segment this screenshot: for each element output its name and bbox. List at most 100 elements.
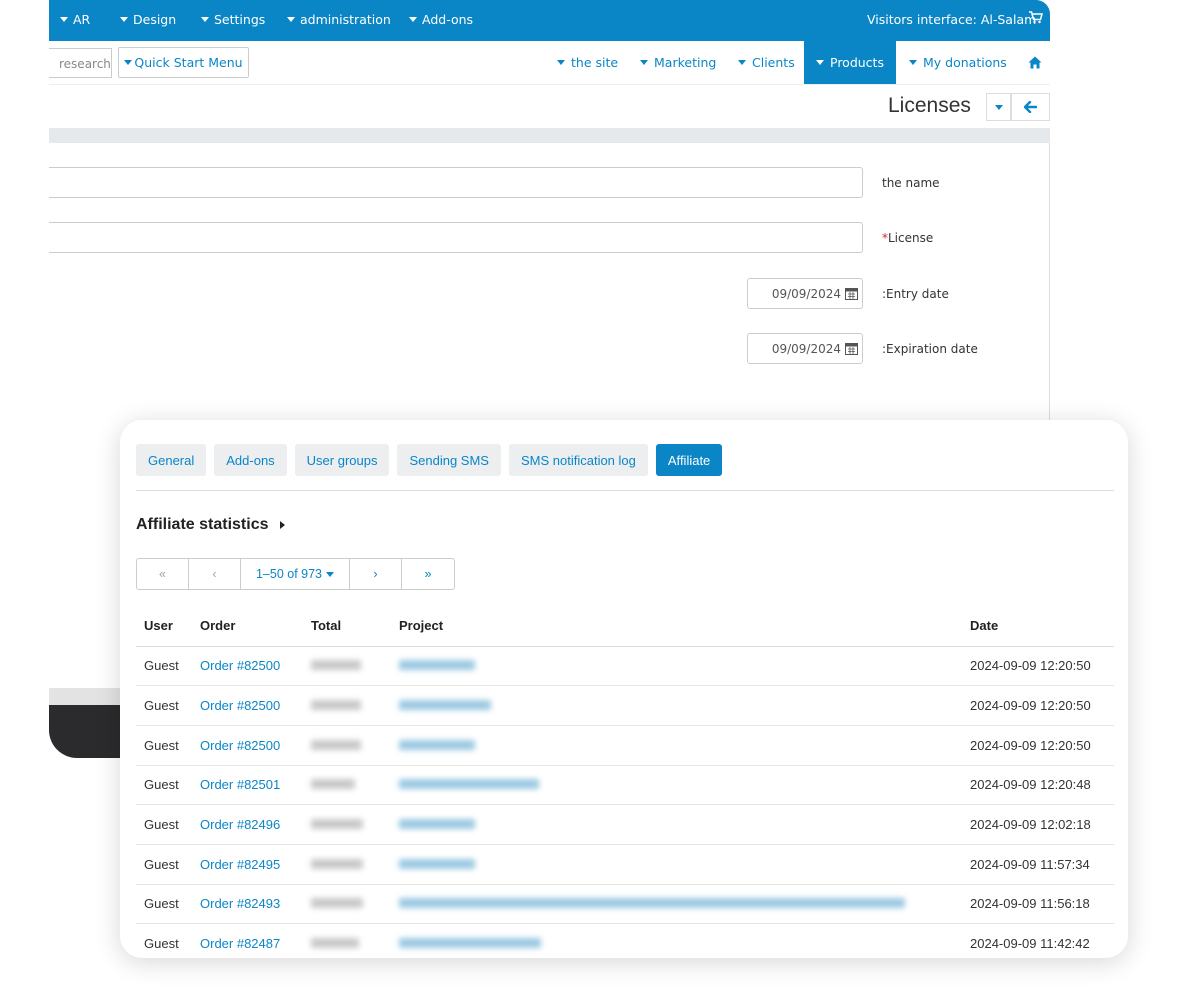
column-header-project[interactable]: Project — [391, 606, 962, 647]
tab-sms-notification-log[interactable]: SMS notification log — [508, 444, 648, 476]
cell-date: 2024-09-09 11:57:34 — [962, 844, 1114, 885]
tab-user-groups[interactable]: User groups — [294, 444, 390, 476]
affiliate-table: User Order Total Project Date Guest Orde… — [136, 606, 1114, 958]
cell-user: Guest — [136, 804, 192, 845]
cell-order-link[interactable]: Order #82500 — [192, 646, 303, 687]
caret-down-icon — [994, 104, 1003, 110]
prev-page-button[interactable]: ‹ — [189, 559, 241, 589]
calendar-icon[interactable] — [845, 287, 858, 300]
entry-date-field[interactable]: 09/09/2024 — [747, 278, 863, 309]
cell-user: Guest — [136, 844, 192, 885]
first-page-button[interactable]: « — [137, 559, 189, 589]
last-page-button[interactable]: » — [402, 559, 454, 589]
tab-affiliate[interactable]: Affiliate — [655, 444, 723, 476]
cell-date: 2024-09-09 12:20:50 — [962, 725, 1114, 766]
caret-down-icon — [287, 17, 295, 22]
cell-total-redacted — [303, 765, 391, 806]
cell-order-link[interactable]: Order #82496 — [192, 804, 303, 845]
tab-sending-sms[interactable]: Sending SMS — [397, 444, 501, 476]
cell-user: Guest — [136, 884, 192, 925]
caret-down-icon — [326, 571, 335, 577]
cell-date: 2024-09-09 12:20:48 — [962, 765, 1114, 806]
tab-addons[interactable]: Add-ons — [214, 444, 287, 476]
cell-project-redacted[interactable] — [391, 685, 962, 726]
table-row: Guest Order #82487 2024-09-09 11:42:42 — [136, 923, 1114, 958]
cell-order-link[interactable]: Order #82500 — [192, 685, 303, 726]
arrow-left-icon — [1024, 101, 1037, 113]
cell-user: Guest — [136, 923, 192, 958]
nav-the-site[interactable]: the site — [557, 55, 618, 70]
caret-down-icon — [738, 60, 746, 65]
search-input[interactable]: research — [49, 48, 112, 78]
page-range-dropdown[interactable]: 1–50 of 973 — [241, 559, 350, 589]
expiration-date-field[interactable]: 09/09/2024 — [747, 333, 863, 364]
license-field[interactable] — [49, 222, 863, 253]
next-page-button[interactable]: › — [350, 559, 402, 589]
caret-down-icon — [640, 60, 648, 65]
cell-order-link[interactable]: Order #82500 — [192, 725, 303, 766]
nav-products[interactable]: Products — [804, 41, 896, 84]
cell-date: 2024-09-09 12:02:18 — [962, 804, 1114, 845]
caret-right-icon — [280, 521, 286, 529]
cell-total-redacted — [303, 844, 391, 885]
cell-order-link[interactable]: Order #82495 — [192, 844, 303, 885]
table-row: Guest Order #82500 2024-09-09 12:20:50 — [136, 685, 1114, 726]
cart-icon[interactable] — [1029, 11, 1043, 24]
table-row: Guest Order #82495 2024-09-09 11:57:34 — [136, 844, 1114, 885]
nav-my-donations[interactable]: My donations — [909, 55, 1007, 70]
column-header-order[interactable]: Order — [192, 606, 303, 647]
menu-addons[interactable]: Add-ons — [409, 12, 473, 27]
nav-marketing[interactable]: Marketing — [640, 55, 716, 70]
expiration-date-label: :Expiration date — [882, 342, 978, 356]
section-title[interactable]: Affiliate statistics — [136, 516, 286, 534]
home-icon[interactable] — [1028, 56, 1042, 69]
cell-total-redacted — [303, 725, 391, 766]
column-header-date[interactable]: Date — [962, 606, 1114, 647]
top-bar: AR Design Settings administration Add-on… — [49, 0, 1050, 41]
tab-general[interactable]: General — [136, 444, 207, 476]
caret-down-icon — [909, 60, 917, 65]
table-row: Guest Order #82500 2024-09-09 12:20:50 — [136, 646, 1114, 687]
table-row: Guest Order #82501 2024-09-09 12:20:48 — [136, 765, 1114, 806]
divider-bar — [49, 128, 1050, 143]
cell-project-redacted[interactable] — [391, 646, 962, 687]
entry-date-label: :Entry date — [882, 287, 949, 301]
table-row: Guest Order #82493 2024-09-09 11:56:18 — [136, 884, 1114, 925]
cell-order-link[interactable]: Order #82501 — [192, 765, 303, 806]
nav-clients[interactable]: Clients — [738, 55, 795, 70]
menu-settings[interactable]: Settings — [201, 12, 265, 27]
menu-administration[interactable]: administration — [287, 12, 391, 27]
cell-order-link[interactable]: Order #82487 — [192, 923, 303, 958]
title-dropdown-button[interactable] — [986, 93, 1011, 121]
affiliate-card: General Add-ons User groups Sending SMS … — [120, 420, 1128, 958]
caret-down-icon — [124, 60, 133, 65]
cell-total-redacted — [303, 923, 391, 958]
cell-project-redacted[interactable] — [391, 884, 962, 925]
cell-order-link[interactable]: Order #82493 — [192, 884, 303, 925]
cell-project-redacted[interactable] — [391, 725, 962, 766]
caret-down-icon — [120, 17, 128, 22]
menu-ar[interactable]: AR — [60, 12, 90, 27]
cell-date: 2024-09-09 11:56:18 — [962, 884, 1114, 925]
visitor-interface-link[interactable]: Visitors interface: Al-Salam — [867, 12, 1036, 27]
cell-date: 2024-09-09 12:20:50 — [962, 646, 1114, 687]
cell-project-redacted[interactable] — [391, 844, 962, 885]
caret-down-icon — [201, 17, 209, 22]
cell-project-redacted[interactable] — [391, 923, 962, 958]
cell-total-redacted — [303, 685, 391, 726]
column-header-total[interactable]: Total — [303, 606, 391, 647]
calendar-icon[interactable] — [845, 342, 858, 355]
menu-design[interactable]: Design — [120, 12, 176, 27]
name-field[interactable] — [49, 167, 863, 198]
column-header-user[interactable]: User — [136, 606, 192, 647]
quick-start-menu-button[interactable]: Quick Start Menu — [118, 47, 249, 78]
cell-project-redacted[interactable] — [391, 804, 962, 845]
cell-project-redacted[interactable] — [391, 765, 962, 806]
table-header-row: User Order Total Project Date — [136, 606, 1114, 647]
tab-bar: General Add-ons User groups Sending SMS … — [136, 444, 723, 476]
caret-down-icon — [60, 17, 68, 22]
pagination: « ‹ 1–50 of 973 › » — [136, 558, 455, 590]
cell-user: Guest — [136, 685, 192, 726]
back-button[interactable] — [1011, 93, 1050, 121]
tabs-divider — [136, 490, 1114, 491]
